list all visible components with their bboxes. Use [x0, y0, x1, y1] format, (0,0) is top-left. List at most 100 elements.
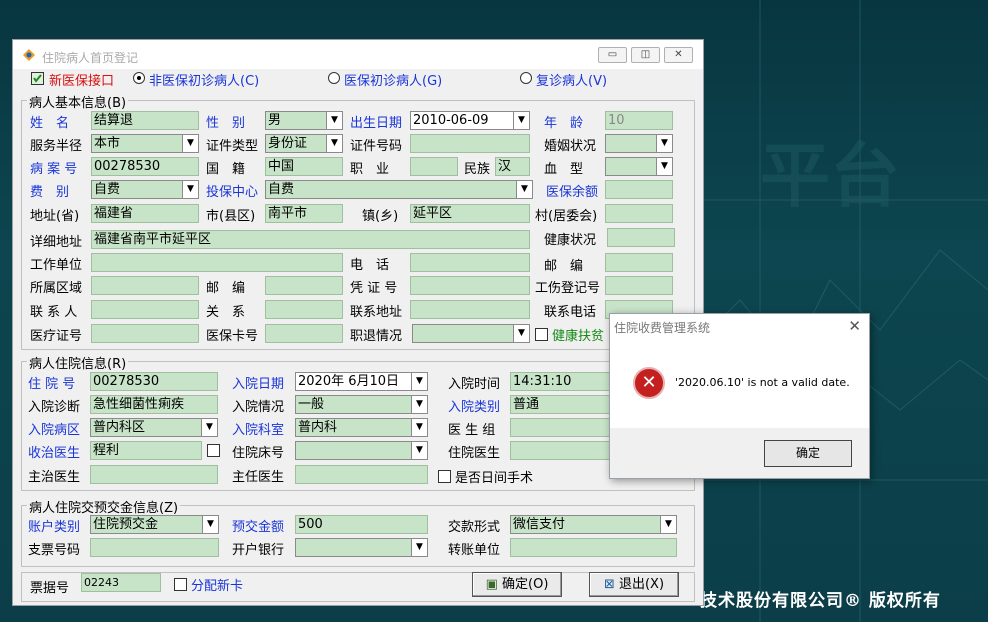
copyright-text: 技术股份有限公司® 版权所有 [700, 591, 941, 611]
area-field[interactable] [91, 276, 199, 295]
id-type-select[interactable]: 身份证 ▼ [265, 134, 343, 153]
inpatient-no-field[interactable]: 00278530 [90, 372, 218, 391]
close-button[interactable]: ✕ [664, 47, 693, 63]
contact-field[interactable] [91, 300, 199, 319]
pay-method-select[interactable]: 微信支付 ▼ [510, 515, 677, 534]
inpatient-doctor-label: 住院医生 [448, 446, 501, 461]
retire-select[interactable]: ▼ [412, 324, 530, 343]
retire-label: 职退情况 [350, 329, 403, 344]
transfer-unit-field[interactable] [510, 538, 677, 557]
new-insurance-checkbox[interactable] [31, 72, 44, 85]
amount-field[interactable]: 500 [295, 515, 428, 534]
poverty-label[interactable]: 健康扶贫 [552, 325, 604, 344]
dialog-ok-button[interactable]: 确定 [764, 440, 852, 467]
restore-button[interactable]: ◫ [631, 47, 660, 63]
contact-addr-field[interactable] [410, 300, 530, 319]
category-label: 入院类别 [448, 400, 501, 415]
admit-date-value: 2020年 6月10日 [298, 374, 400, 389]
condition-select[interactable]: 一般 ▼ [295, 395, 428, 414]
occupation-field[interactable] [410, 157, 458, 176]
condition-label: 入院情况 [232, 400, 285, 415]
attending-field[interactable] [90, 465, 218, 484]
new-insurance-label: 新医保接口 [49, 74, 115, 89]
poverty-checkbox[interactable] [535, 328, 548, 341]
check-no-label: 支票号码 [28, 543, 81, 558]
receipt-field[interactable]: 02243 [81, 573, 161, 592]
blood-select[interactable]: ▼ [605, 157, 673, 176]
chevron-down-icon: ▼ [411, 396, 427, 413]
marital-select[interactable]: ▼ [605, 134, 673, 153]
diagnosis-field[interactable]: 急性细菌性痢疾 [90, 395, 218, 414]
id-number-field[interactable] [410, 134, 530, 153]
radio-revisit[interactable] [520, 72, 532, 84]
radio-insurance-label[interactable]: 医保初诊病人(G) [344, 70, 442, 89]
insurance-center-select[interactable]: 自费 ▼ [265, 180, 533, 199]
name-field[interactable]: 结算退 [91, 111, 199, 130]
minimize-button[interactable]: ▭ [598, 47, 627, 63]
admit-doctor-checkbox[interactable] [207, 444, 220, 457]
chief-label: 主任医生 [232, 470, 285, 485]
gender-select[interactable]: 男 ▼ [265, 111, 343, 130]
admit-time-field[interactable]: 14:31:10 [510, 372, 610, 391]
insurance-card-field[interactable] [265, 324, 343, 343]
town-field[interactable]: 延平区 [410, 204, 530, 223]
bank-select[interactable]: ▼ [295, 538, 428, 557]
radio-non-insurance[interactable] [133, 72, 145, 84]
diagnosis-label: 入院诊断 [28, 400, 81, 415]
phone-field[interactable] [410, 253, 530, 272]
admit-doctor-field[interactable]: 程利 [90, 441, 202, 460]
ethnicity-field[interactable]: 汉 [495, 157, 530, 176]
record-no-label: 病 案 号 [30, 162, 78, 177]
ok-button[interactable]: ▣ 确定(O) [472, 572, 562, 597]
new-card-checkbox[interactable] [174, 578, 187, 591]
radio-non-insurance-label[interactable]: 非医保初诊病人(C) [149, 70, 259, 89]
admit-date-select[interactable]: 2020年 6月10日 ▼ [295, 372, 428, 391]
city-field[interactable]: 南平市 [265, 204, 343, 223]
province-label: 地址(省) [30, 209, 80, 224]
med-group-field[interactable] [510, 418, 610, 437]
check-no-field[interactable] [90, 538, 219, 557]
category-field[interactable]: 普通 [510, 395, 610, 414]
chevron-down-icon: ▼ [326, 135, 342, 152]
cert-no-field[interactable] [410, 276, 530, 295]
workplace-field[interactable] [91, 253, 343, 272]
bed-select[interactable]: ▼ [295, 441, 428, 460]
birth-select[interactable]: 2010-06-09 ▼ [410, 111, 530, 130]
chevron-down-icon: ▼ [202, 516, 218, 533]
chevron-down-icon: ▼ [656, 158, 672, 175]
admission-title: 病人住院信息(R) [27, 353, 129, 372]
chief-field[interactable] [295, 465, 428, 484]
fee-type-select[interactable]: 自费 ▼ [91, 180, 199, 199]
address-label: 详细地址 [30, 235, 83, 250]
ward-select[interactable]: 普内科区 ▼ [90, 418, 218, 437]
exit-button[interactable]: ⊠ 退出(X) [589, 572, 679, 597]
postcode-label: 邮 编 [544, 259, 584, 274]
postcode-field[interactable] [605, 253, 673, 272]
service-radius-select[interactable]: 本市 ▼ [91, 134, 199, 153]
village-field[interactable] [605, 204, 673, 223]
relation-field[interactable] [265, 300, 343, 319]
insurance-balance-field[interactable] [605, 180, 673, 199]
dialog-close-icon[interactable]: ✕ [848, 317, 861, 335]
nationality-field[interactable]: 中国 [265, 157, 343, 176]
postcode2-field[interactable] [265, 276, 343, 295]
day-surgery-checkbox[interactable] [438, 470, 451, 483]
dept-select[interactable]: 普内科 ▼ [295, 418, 428, 437]
day-surgery-label[interactable]: 是否日间手术 [455, 467, 533, 486]
town-label: 镇(乡) [362, 209, 399, 224]
birth-label: 出生日期 [350, 116, 403, 131]
fee-type-value: 自费 [94, 182, 121, 197]
health-field[interactable] [607, 228, 675, 247]
account-type-select[interactable]: 住院预交金 ▼ [90, 515, 219, 534]
account-type-value: 住院预交金 [93, 517, 159, 532]
radio-revisit-label[interactable]: 复诊病人(V) [536, 70, 607, 89]
province-field[interactable]: 福建省 [91, 204, 199, 223]
medical-cert-field[interactable] [91, 324, 199, 343]
nationality-label: 国 籍 [206, 162, 246, 177]
address-field[interactable]: 福建省南平市延平区 [91, 230, 530, 249]
injury-reg-field[interactable] [605, 276, 673, 295]
inpatient-doctor-field[interactable] [510, 441, 610, 460]
record-no-field[interactable]: 00278530 [91, 157, 199, 176]
radio-insurance[interactable] [328, 72, 340, 84]
new-card-label[interactable]: 分配新卡 [191, 575, 243, 594]
